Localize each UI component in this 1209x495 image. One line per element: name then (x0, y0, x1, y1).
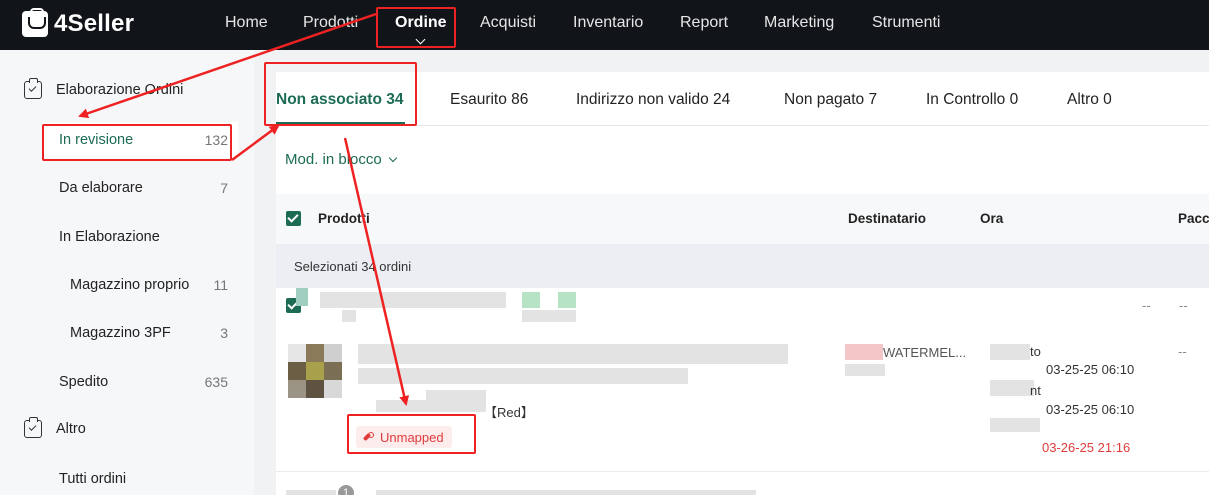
blurred-content (845, 344, 883, 360)
sidebar-item-count: 11 (213, 277, 228, 293)
header-products: Prodotti (318, 211, 370, 226)
nav-marketing[interactable]: Marketing (764, 14, 834, 32)
sidebar-item-count: 7 (220, 180, 228, 196)
table-row[interactable]: -- -- (276, 288, 1209, 322)
blurred-content (990, 418, 1040, 432)
blurred-content (466, 292, 506, 308)
blurred-content (522, 310, 576, 322)
header-time: Ora (980, 211, 1004, 226)
sidebar-item-magazzino-3pf[interactable]: Magazzino 3PF 3 (54, 315, 238, 351)
blurred-content (990, 380, 1034, 396)
item-count-badge: 1 (338, 485, 354, 495)
table-header: Prodotti Destinatario Ora Pacc (276, 194, 1209, 244)
nav-inventario[interactable]: Inventario (573, 14, 643, 32)
sidebar-item-label: Magazzino proprio (70, 277, 190, 293)
nav-ordine[interactable]: Ordine (395, 14, 447, 45)
tab-altro[interactable]: Altro 0 (1067, 91, 1112, 109)
sidebar-item-count: 132 (204, 132, 228, 148)
product-variant: 【Red】 (484, 405, 534, 420)
blurred-content (558, 292, 576, 308)
recipient-name[interactable]: WATERMEL... (883, 345, 966, 360)
chevron-down-icon (388, 153, 397, 162)
sidebar-item-label: In revisione (59, 132, 134, 148)
selection-text: Selezionati 34 ordini (294, 259, 412, 274)
blurred-content (990, 344, 1030, 360)
chevron-down-icon (415, 34, 426, 45)
package-placeholder: -- (1178, 344, 1187, 359)
tab-in-controllo[interactable]: In Controllo 0 (926, 91, 1018, 109)
blurred-content (286, 490, 336, 495)
blurred-content (522, 292, 540, 308)
sidebar: Elaborazione Ordini In revisione 132 Da … (0, 50, 254, 495)
blurred-content (342, 310, 356, 322)
sidebar-item-magazzino-proprio[interactable]: Magazzino proprio 11 (54, 267, 238, 303)
bulk-edit-label: Mod. in blocco (285, 151, 382, 168)
bulk-edit-dropdown[interactable]: Mod. in blocco (285, 151, 397, 168)
package-placeholder: -- (1179, 298, 1188, 313)
package-placeholder: -- (1142, 298, 1151, 313)
sidebar-item-label: Spedito (59, 374, 109, 390)
tab-indirizzo-non-valido[interactable]: Indirizzo non valido 24 (576, 91, 730, 109)
header-recipient: Destinatario (848, 211, 927, 226)
blurred-product-title (358, 344, 788, 364)
sidebar-item-label: In Elaborazione (59, 229, 160, 245)
nav-acquisti[interactable]: Acquisti (480, 14, 536, 32)
product-thumbnail[interactable] (288, 344, 342, 398)
sidebar-item-count: 635 (204, 374, 228, 390)
sidebar-item-count: 3 (220, 325, 228, 341)
sidebar-item-da-elaborare[interactable]: Da elaborare 7 (42, 170, 238, 206)
table-row[interactable]: 【Red】 Unmapped WATERMEL... to 03-25-25 0… (276, 322, 1209, 472)
blurred-content (376, 400, 486, 412)
deadline-time: 03-26-25 21:16 (1042, 440, 1131, 455)
order-time: 03-25-25 06:10 (1046, 362, 1135, 377)
nav-report[interactable]: Report (680, 14, 728, 32)
sidebar-item-label: Da elaborare (59, 180, 143, 196)
sidebar-group-elaborazione[interactable]: Elaborazione Ordini (24, 78, 184, 99)
sidebar-item-in-revisione[interactable]: In revisione 132 (42, 122, 238, 158)
table-row[interactable]: 1 (276, 472, 1209, 495)
sidebar-item-tutti-ordini[interactable]: Tutti ordini (42, 461, 238, 495)
sidebar-group-altro[interactable]: Altro (24, 417, 86, 438)
clipboard-check-icon (24, 78, 42, 99)
sidebar-item-in-elaborazione[interactable]: In Elaborazione (42, 219, 238, 255)
select-all-checkbox[interactable] (286, 211, 301, 226)
unmapped-badge[interactable]: Unmapped (356, 426, 452, 448)
paid-time: 03-25-25 06:10 (1046, 402, 1135, 417)
shopping-bag-logo-icon (22, 8, 48, 37)
orders-panel: Non associato 34 Esaurito 86 Indirizzo n… (276, 72, 1209, 495)
blurred-content (376, 490, 756, 495)
logo-text: 4Seller (54, 10, 135, 37)
app-logo[interactable]: 4Seller (22, 8, 135, 39)
blurred-product-title (358, 368, 688, 384)
nav-strumenti[interactable]: Strumenti (872, 14, 940, 32)
nav-prodotti[interactable]: Prodotti (303, 14, 358, 32)
nav-home[interactable]: Home (225, 14, 268, 32)
unlink-icon (362, 431, 374, 443)
blurred-content (845, 364, 885, 376)
unmapped-label: Unmapped (380, 429, 444, 445)
sidebar-item-label: Magazzino 3PF (70, 325, 171, 341)
clipboard-check-icon (24, 417, 42, 438)
top-navigation-bar: 4Seller Home Prodotti Ordine Acquisti In… (0, 0, 1209, 50)
sidebar-item-spedito[interactable]: Spedito 635 (42, 364, 238, 400)
selection-summary: Selezionati 34 ordini (276, 244, 1209, 288)
tab-esaurito[interactable]: Esaurito 86 (450, 91, 528, 109)
header-package: Pacc (1178, 211, 1209, 226)
time-label: nt (1030, 383, 1041, 398)
sidebar-item-label: Tutti ordini (59, 471, 127, 487)
time-label: to (1030, 344, 1041, 359)
active-tab-indicator (276, 122, 405, 125)
sidebar-group-label: Elaborazione Ordini (56, 82, 184, 98)
sidebar-group-label: Altro (56, 421, 86, 437)
tab-non-pagato[interactable]: Non pagato 7 (784, 91, 877, 109)
nav-ordine-label: Ordine (395, 14, 447, 31)
main-content: Non associato 34 Esaurito 86 Indirizzo n… (254, 50, 1209, 495)
blurred-content (296, 288, 308, 306)
status-tabs: Non associato 34 Esaurito 86 Indirizzo n… (276, 72, 1209, 126)
tab-non-associato[interactable]: Non associato 34 (276, 91, 404, 109)
